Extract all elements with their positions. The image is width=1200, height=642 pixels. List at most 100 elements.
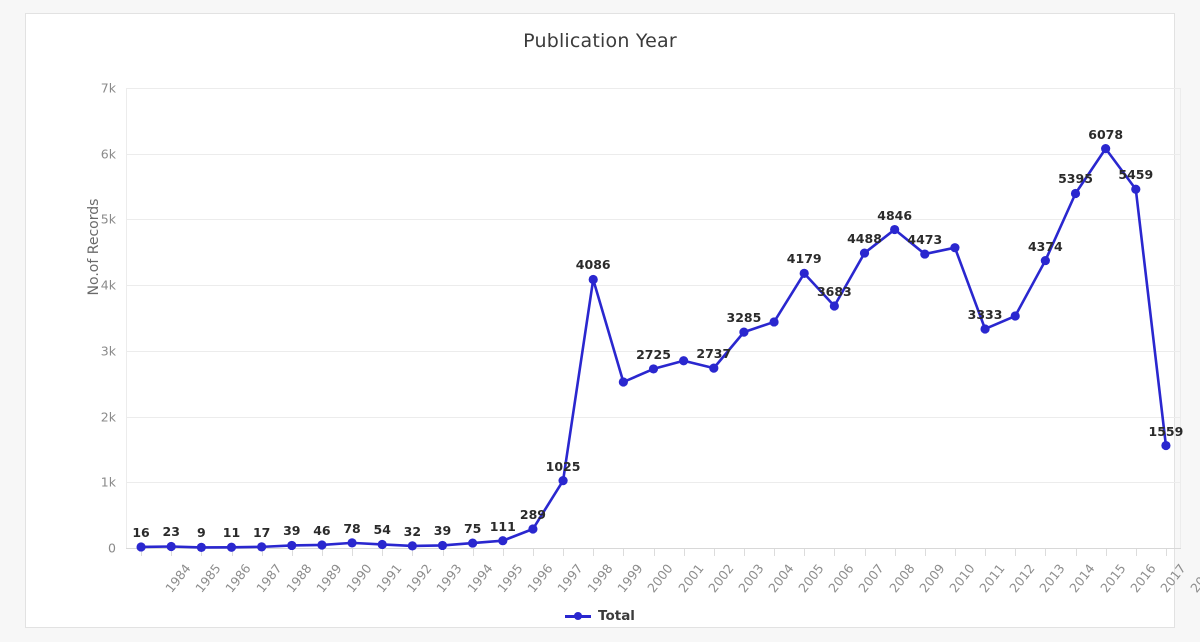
x-axis-tick-mark [743, 549, 745, 556]
x-axis-tick-mark [532, 549, 534, 556]
x-axis-tick-label: 1999 [614, 561, 646, 596]
data-point-label: 75 [463, 521, 482, 537]
x-axis-tick-mark [1105, 549, 1107, 556]
data-point-label: 46 [313, 522, 331, 538]
data-point-label: 32 [403, 523, 422, 539]
plot-area [126, 88, 1181, 549]
data-point-label: 54 [373, 522, 391, 538]
x-axis-tick-mark [382, 549, 384, 556]
gridline [126, 285, 1181, 287]
x-axis-tick-mark [593, 549, 595, 556]
x-axis-tick-label: 2009 [915, 561, 948, 596]
chart-card: Publication Year No.of Records 0 1k 2k 3k 4k… [25, 13, 1200, 628]
gridline [126, 416, 1181, 418]
x-axis-tick-mark [653, 549, 655, 556]
data-point-label: 2737 [696, 346, 732, 362]
y-axis-tick-label: 4k [100, 277, 116, 293]
data-point-label: 11 [222, 525, 241, 541]
x-axis-tick-mark [1165, 549, 1167, 556]
x-axis-tick-mark [954, 549, 956, 556]
data-point-label: 1025 [545, 458, 581, 474]
gridline [126, 153, 1181, 155]
chart-legend[interactable]: Total [26, 608, 1174, 624]
x-axis-tick-mark [1045, 549, 1047, 556]
y-axis-tick-label: 5k [100, 211, 116, 227]
data-point-label: 16 [132, 524, 150, 540]
data-point-label: 78 [343, 520, 361, 536]
x-axis-tick-label: 1986 [222, 561, 254, 596]
x-axis-tick-mark [201, 549, 203, 556]
x-axis-tick-mark [834, 549, 836, 556]
x-axis-tick-label: 1997 [554, 561, 586, 596]
x-axis-tick-mark [412, 549, 414, 556]
x-axis-tick-mark [924, 549, 926, 556]
data-point-label: 39 [283, 523, 301, 539]
x-axis-tick-label: 1984 [162, 561, 194, 596]
legend-label-total: Total [598, 608, 635, 624]
data-point-label: 1559 [1148, 423, 1184, 439]
x-axis-tick-mark [442, 549, 444, 556]
y-axis-tick-label: 1k [100, 474, 116, 490]
x-axis-tick-label: 1990 [343, 561, 375, 596]
x-axis-tick-label: 2010 [946, 561, 978, 596]
y-axis-line [126, 88, 127, 549]
x-axis-tick-mark [985, 549, 987, 556]
x-axis-tick-label: 2003 [735, 561, 767, 596]
x-axis-tick-label: 2006 [825, 561, 857, 596]
x-axis-tick-mark [894, 549, 896, 556]
data-point-label: 3285 [726, 310, 762, 326]
data-point-label: 4488 [847, 231, 882, 247]
x-axis-tick-label: 1996 [524, 561, 556, 596]
x-axis-tick-label: 1995 [493, 561, 526, 596]
data-point-label: 5459 [1118, 167, 1154, 183]
data-point-label: 4374 [1027, 238, 1063, 254]
data-point-label: 39 [433, 523, 452, 539]
data-point-label: 4473 [907, 232, 943, 248]
x-axis-tick-label: 1994 [463, 561, 496, 596]
x-axis-tick-mark [291, 549, 293, 556]
data-point-label: 111 [489, 518, 516, 534]
x-axis-tick-mark [774, 549, 776, 556]
x-axis-tick-label: 1993 [433, 561, 465, 596]
x-axis-tick-label: 2017 [1157, 561, 1189, 596]
x-axis-tick-label: 1988 [282, 561, 315, 596]
plot-right-edge [1180, 88, 1181, 549]
x-axis-tick-mark [864, 549, 866, 556]
x-axis-tick-mark [231, 549, 233, 556]
data-point-label: 4179 [786, 251, 822, 267]
data-point-label: 4086 [575, 257, 611, 273]
x-axis-tick-mark [1015, 549, 1017, 556]
x-axis-tick-mark [472, 549, 474, 556]
x-axis-tick-label: 2005 [795, 561, 827, 596]
x-axis-tick-label: 2001 [674, 561, 707, 596]
x-axis-tick-label: 2016 [1126, 561, 1159, 596]
x-axis-tick-label: 2012 [1006, 561, 1038, 596]
data-point-label: 9 [196, 525, 206, 541]
x-axis-tick-mark [141, 549, 143, 556]
x-axis-tick-mark [171, 549, 173, 556]
data-point-label: 17 [252, 524, 271, 540]
x-axis-tick-mark [713, 549, 715, 556]
x-axis-tick-label: 2015 [1096, 561, 1129, 596]
data-point-label: 5395 [1058, 171, 1093, 187]
screenshot-root: Publication Year No.of Records 0 1k 2k 3k 4k… [0, 0, 1200, 642]
x-axis-tick-label: 2004 [765, 561, 797, 596]
x-axis-tick-label: 2018 [1187, 561, 1200, 596]
x-axis-tick-label: 2013 [1036, 561, 1068, 596]
x-axis-tick-mark [261, 549, 263, 556]
x-axis-tick-label: 1991 [373, 561, 405, 596]
x-axis-tick-mark [502, 549, 504, 556]
x-axis-tick-mark [623, 549, 625, 556]
x-axis-tick-mark [352, 549, 354, 556]
data-point-label: 2725 [636, 346, 671, 362]
data-point-label: 3683 [816, 283, 852, 299]
y-axis-tick-label: 0 [108, 540, 116, 556]
x-axis-tick-label: 1998 [584, 561, 616, 596]
x-axis-tick-mark [1135, 549, 1137, 556]
gridline [126, 482, 1181, 484]
legend-marker-icon [565, 610, 592, 622]
x-axis-tick-label: 2011 [976, 561, 1008, 596]
x-axis-tick-label: 2002 [704, 561, 737, 596]
data-point-label: 6078 [1088, 126, 1124, 142]
x-axis-tick-label: 1985 [192, 561, 224, 596]
